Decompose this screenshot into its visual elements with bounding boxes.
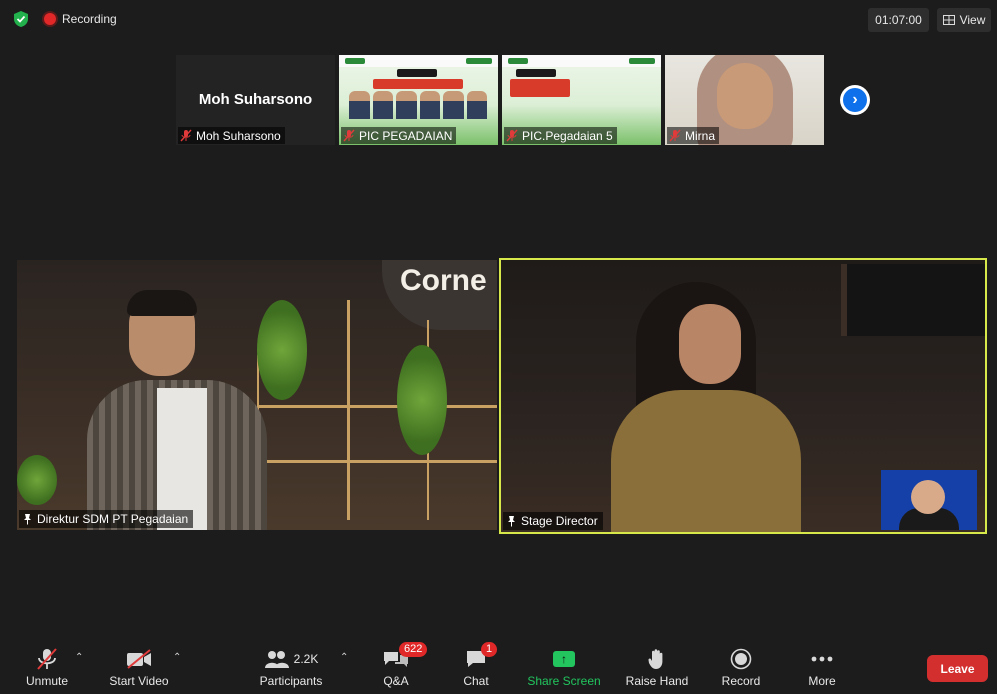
mic-muted-icon <box>343 129 355 142</box>
recording-label: Recording <box>62 12 117 26</box>
video-name-label: Direktur SDM PT Pegadaian <box>19 510 194 528</box>
plant <box>17 455 57 505</box>
more-dots-icon <box>811 656 833 662</box>
speaker-face <box>679 304 741 384</box>
video-name: Direktur SDM PT Pegadaian <box>37 512 189 526</box>
participant-label: Mirna <box>667 127 720 144</box>
video-tile-stage-director[interactable]: Stage Director <box>499 258 987 534</box>
raise-hand-button[interactable]: Raise Hand <box>626 644 688 688</box>
plant <box>257 300 307 400</box>
video-name: Stage Director <box>521 514 598 528</box>
slide-title-banner <box>510 79 570 97</box>
participants-icon <box>264 651 289 668</box>
video-tile-director-sdm[interactable]: Corne Direktur SDM PT Pegadaian <box>17 260 497 530</box>
slide-logo <box>345 58 365 64</box>
mic-muted-icon <box>506 129 518 142</box>
start-video-label: Start Video <box>109 674 169 688</box>
participant-label: Moh Suharsono <box>178 127 285 144</box>
speaker-body <box>611 390 801 532</box>
participant-label: PIC.Pegadaian 5 <box>504 127 617 144</box>
pegadaian-logo <box>629 58 655 64</box>
video-camera-off-icon <box>127 649 151 669</box>
participant-thumbnail[interactable]: Mirna <box>665 55 824 145</box>
cafe-sign: Corne <box>382 260 497 330</box>
slide-tag <box>397 69 437 77</box>
leave-button[interactable]: Leave <box>927 655 988 682</box>
participant-name: Moh Suharsono <box>196 128 281 143</box>
slide-title-banner <box>373 79 463 89</box>
chat-button[interactable]: 1 Chat <box>456 642 498 688</box>
participant-label: PIC PEGADAIAN <box>341 127 457 144</box>
qa-button[interactable]: 622 Q&A <box>376 642 428 688</box>
shelf-board <box>257 460 497 463</box>
participants-label: Participants <box>259 674 323 688</box>
share-screen-label: Share Screen <box>527 674 601 688</box>
unmute-label: Unmute <box>25 674 69 688</box>
chevron-right-icon: › <box>843 88 867 112</box>
microphone-muted-icon <box>37 648 57 670</box>
participant-name: PIC PEGADAIAN <box>359 128 453 143</box>
record-button[interactable]: Record <box>718 644 764 688</box>
record-label: Record <box>721 674 761 688</box>
shelf-post <box>347 300 350 520</box>
recording-indicator[interactable]: Recording <box>44 10 117 28</box>
share-screen-button[interactable]: ↑ Share Screen <box>527 644 601 688</box>
audio-options-caret[interactable]: ⌃ <box>75 652 83 663</box>
participant-thumbnail[interactable]: PIC.Pegadaian 5 <box>502 55 661 145</box>
raise-hand-icon <box>648 649 663 669</box>
view-label: View <box>959 13 986 27</box>
next-page-button[interactable]: › <box>840 85 870 115</box>
meeting-timer: 01:07:00 <box>868 8 929 32</box>
mic-muted-icon <box>180 129 192 142</box>
share-screen-icon: ↑ <box>553 651 575 667</box>
start-video-button[interactable]: Start Video <box>106 644 172 688</box>
grid-view-icon <box>942 15 955 25</box>
participants-button[interactable]: 2.2K Participants <box>256 644 326 688</box>
participant-name: PIC.Pegadaian 5 <box>522 128 613 143</box>
speaker-shirt <box>157 388 207 530</box>
video-name-label: Stage Director <box>503 512 603 530</box>
chat-label: Chat <box>463 674 489 688</box>
participant-thumbnail[interactable]: Moh Suharsono Moh Suharsono <box>176 55 335 145</box>
unmute-button[interactable]: Unmute <box>18 644 76 688</box>
chat-badge: 1 <box>481 642 498 657</box>
raise-hand-label: Raise Hand <box>625 674 689 688</box>
qa-badge: 622 <box>399 642 428 657</box>
background-screen <box>841 264 985 336</box>
security-shield-icon[interactable] <box>12 10 30 28</box>
slide-logo <box>508 58 528 64</box>
participants-options-caret[interactable]: ⌃ <box>340 652 348 663</box>
more-button[interactable]: More <box>802 644 842 688</box>
sign-language-interpreter-video <box>881 470 977 530</box>
participant-video-face <box>717 63 773 129</box>
record-dot-icon <box>44 13 56 25</box>
speaker-hair <box>127 290 197 316</box>
shelf-board <box>257 405 497 408</box>
pin-icon <box>508 516 515 527</box>
participants-count: 2.2K <box>293 652 319 666</box>
qa-label: Q&A <box>383 674 409 688</box>
pegadaian-logo <box>466 58 492 64</box>
slide-tag <box>516 69 556 77</box>
plant <box>397 345 447 455</box>
record-icon <box>730 648 752 670</box>
participant-display-name: Moh Suharsono <box>198 91 313 108</box>
more-label: More <box>808 674 836 688</box>
participant-name: Mirna <box>685 128 716 143</box>
pin-icon <box>24 514 31 525</box>
video-options-caret[interactable]: ⌃ <box>173 652 181 663</box>
slide-speakers <box>349 91 487 119</box>
view-button[interactable]: View <box>937 8 991 32</box>
participant-thumbnail[interactable]: PIC PEGADAIAN <box>339 55 498 145</box>
mic-muted-icon <box>669 129 681 142</box>
